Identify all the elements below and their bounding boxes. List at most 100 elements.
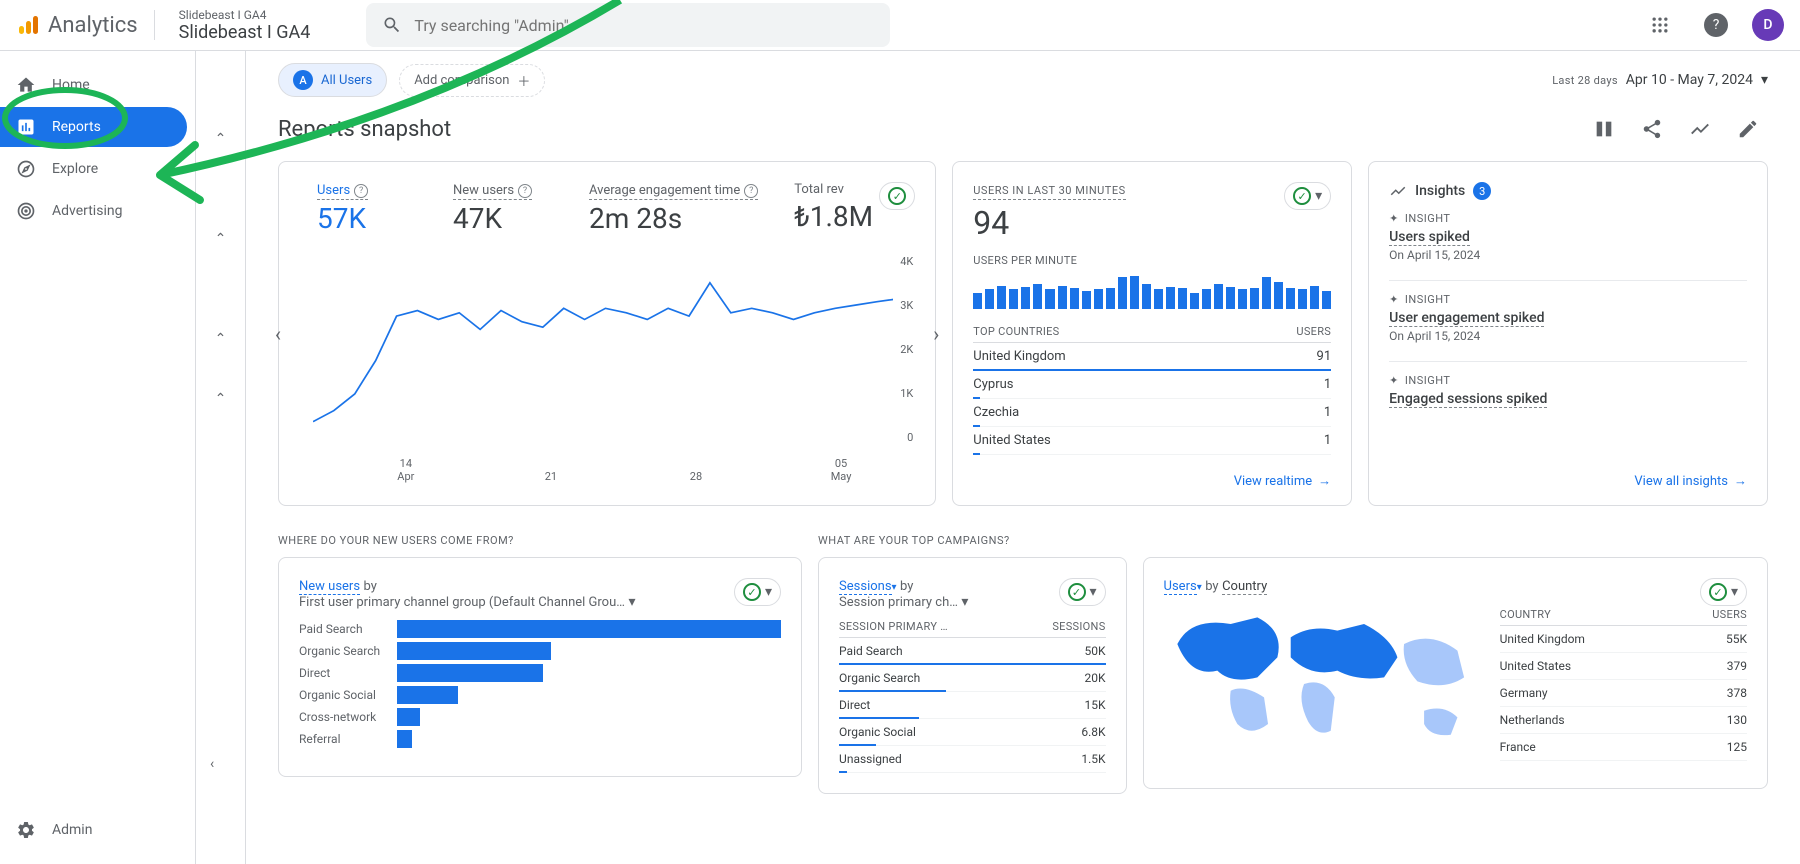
card-status-pill[interactable]: ✓▾ (1284, 182, 1331, 210)
share-icon[interactable] (1632, 109, 1672, 149)
compare-icon[interactable] (1584, 109, 1624, 149)
country-row[interactable]: United Kingdom91 (973, 343, 1331, 371)
country-row[interactable]: Netherlands130 (1500, 707, 1747, 734)
nav-advertising[interactable]: Advertising (0, 191, 187, 231)
search-box[interactable] (366, 3, 890, 47)
dimension-selector[interactable]: Session primary ch… (839, 595, 958, 610)
metric-revenue[interactable]: Total rev ₺1.8M (794, 182, 894, 233)
chevron-down-icon: ▾ (1315, 188, 1322, 204)
help-icon[interactable]: ? (1696, 5, 1736, 45)
country-row[interactable]: Czechia1 (973, 399, 1331, 427)
insight-item[interactable]: ✦INSIGHTUsers spikedOn April 15, 2024 (1389, 212, 1747, 262)
property-big: Slidebeast I GA4 (179, 22, 311, 43)
tree-expand-2[interactable]: ⌃ (196, 219, 245, 259)
metric-selector[interactable]: New users (299, 579, 360, 595)
world-map (1164, 604, 1484, 764)
session-row[interactable]: Unassigned1.5K (839, 746, 1106, 773)
help-tooltip-icon[interactable]: ? (744, 184, 758, 198)
country-row[interactable]: United Kingdom55K (1500, 626, 1747, 653)
per-minute-label: USERS PER MINUTE (973, 254, 1331, 267)
chevron-down-icon: ▾ (1090, 584, 1097, 600)
insight-item[interactable]: ✦INSIGHTEngaged sessions spiked (1389, 374, 1747, 408)
tree-expand-1[interactable]: ⌃ (196, 119, 245, 159)
card-status-pill[interactable]: ✓▾ (1700, 578, 1747, 606)
view-realtime-link[interactable]: View realtime→ (1234, 473, 1331, 489)
country-row[interactable]: France125 (1500, 734, 1747, 761)
metrics-card: ✓ ‹ › Users? 57K New users? 47K Av (278, 161, 936, 506)
edit-icon[interactable] (1728, 109, 1768, 149)
metric-new-users[interactable]: New users? 47K (453, 182, 553, 235)
realtime-card: ✓▾ USERS IN LAST 30 MINUTES 94 USERS PER… (952, 161, 1352, 506)
insight-item[interactable]: ✦INSIGHTUser engagement spikedOn April 1… (1389, 293, 1747, 343)
search-icon (382, 15, 402, 35)
session-row[interactable]: Paid Search50K (839, 638, 1106, 665)
arrow-right-icon: → (1734, 473, 1747, 489)
session-row[interactable]: Direct15K (839, 692, 1106, 719)
channel-bar-row[interactable]: Paid Search (299, 620, 781, 638)
search-input[interactable] (414, 16, 874, 35)
property-selector[interactable]: Slidebeast I GA4 Slidebeast I GA4 (171, 8, 311, 43)
tree-expand-3[interactable]: ⌃ (196, 319, 245, 359)
report-tree-panel: ⌃ ⌃ ⌃ ⌃ ‹ (196, 51, 246, 864)
check-icon: ✓ (1293, 187, 1311, 205)
session-row[interactable]: Organic Search20K (839, 665, 1106, 692)
gear-icon (16, 820, 36, 840)
help-tooltip-icon[interactable]: ? (354, 184, 368, 198)
tree-expand-4[interactable]: ⌃ (196, 379, 245, 419)
country-row[interactable]: United States1 (973, 427, 1331, 455)
advertising-icon (16, 201, 36, 221)
country-row[interactable]: United States379 (1500, 653, 1747, 680)
collapse-panel-icon[interactable]: ‹ (210, 744, 214, 784)
country-row[interactable]: Germany378 (1500, 680, 1747, 707)
segment-all-users[interactable]: A All Users (278, 63, 387, 97)
nav-explore-label: Explore (52, 161, 98, 177)
nav-reports-label: Reports (52, 119, 101, 135)
property-small: Slidebeast I GA4 (179, 8, 311, 22)
channel-bar-row[interactable]: Referral (299, 730, 781, 748)
channel-bar-row[interactable]: Cross-network (299, 708, 781, 726)
metrics-prev-icon[interactable]: ‹ (275, 322, 281, 346)
card-status-pill[interactable]: ✓▾ (1059, 578, 1106, 606)
metrics-next-icon[interactable]: › (933, 322, 939, 346)
date-range-value: Apr 10 - May 7, 2024 (1626, 72, 1753, 88)
analytics-icon (16, 13, 40, 37)
chevron-down-icon: ▾ (1761, 72, 1768, 88)
metric-selector[interactable]: Sessions (839, 579, 892, 595)
insights-count-badge: 3 (1473, 182, 1491, 200)
plus-icon: ＋ (517, 71, 530, 90)
card-status-pill[interactable]: ✓▾ (734, 578, 781, 606)
apps-icon[interactable] (1640, 5, 1680, 45)
nav-home-label: Home (52, 77, 90, 93)
add-comparison-button[interactable]: Add comparison ＋ (399, 64, 545, 97)
dimension-selector[interactable]: Country (1222, 579, 1267, 595)
insights-title: Insights (1415, 183, 1465, 199)
session-row[interactable]: Organic Social6.8K (839, 719, 1106, 746)
nav-reports[interactable]: Reports (0, 107, 187, 147)
insights-card: Insights 3 ✦INSIGHTUsers spikedOn April … (1368, 161, 1768, 506)
chevron-down-icon: ▾ (1197, 582, 1202, 593)
view-all-insights-link[interactable]: View all insights→ (1634, 473, 1747, 489)
metric-engagement[interactable]: Average engagement time? 2m 28s (589, 182, 758, 235)
realtime-value: 94 (973, 204, 1331, 242)
analytics-logo[interactable]: Analytics (16, 13, 138, 38)
sparkle-icon (1389, 182, 1407, 200)
metric-users[interactable]: Users? 57K (317, 182, 417, 235)
realtime-label: USERS IN LAST 30 MINUTES (973, 184, 1125, 200)
explore-icon (16, 159, 36, 179)
check-icon: ✓ (743, 583, 761, 601)
channel-bar-row[interactable]: Organic Search (299, 642, 781, 660)
nav-home[interactable]: Home (0, 65, 187, 105)
avatar[interactable]: D (1752, 9, 1784, 41)
insights-icon[interactable] (1680, 109, 1720, 149)
metric-selector[interactable]: Users (1164, 579, 1197, 595)
channel-bar-row[interactable]: Direct (299, 664, 781, 682)
country-row[interactable]: Cyprus1 (973, 371, 1331, 399)
dimension-selector[interactable]: First user primary channel group (Defaul… (299, 595, 625, 610)
channel-bar-row[interactable]: Organic Social (299, 686, 781, 704)
chevron-down-icon: ▾ (892, 582, 897, 593)
help-tooltip-icon[interactable]: ? (518, 184, 532, 198)
date-range-picker[interactable]: Last 28 days Apr 10 - May 7, 2024 ▾ (1552, 72, 1768, 88)
nav-admin[interactable]: Admin (0, 810, 187, 850)
nav-explore[interactable]: Explore (0, 149, 187, 189)
section-question-1: WHERE DO YOUR NEW USERS COME FROM? (278, 534, 802, 547)
